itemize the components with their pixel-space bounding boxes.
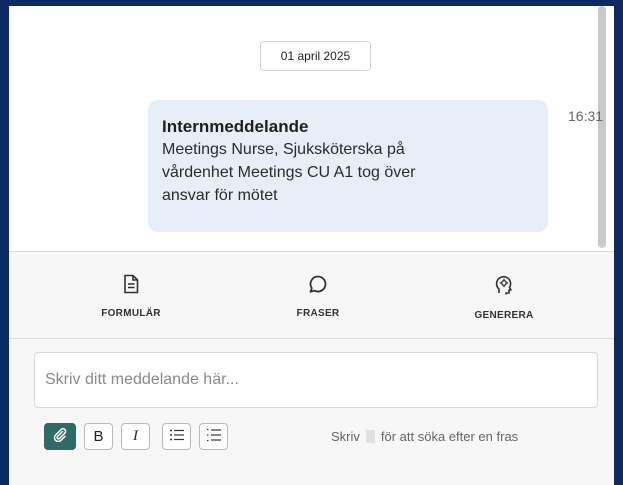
ai-head-icon — [493, 274, 515, 301]
numbered-list-button[interactable] — [199, 423, 228, 450]
date-separator: 01 april 2025 — [260, 41, 371, 71]
bullet-list-icon — [169, 428, 185, 446]
generate-action-label: GENERERA — [474, 310, 534, 321]
message-time: 16:31 — [568, 108, 604, 124]
bullet-list-button[interactable] — [162, 423, 191, 450]
hint-suffix: för att söka efter en fras — [380, 429, 519, 444]
numbered-list-icon — [206, 428, 222, 446]
form-action-label: FORMULÄR — [101, 308, 161, 319]
message-bubble: Internmeddelande Meetings Nurse, Sjukskö… — [148, 100, 548, 232]
message-line: vårdenhet Meetings CU A1 tog över — [162, 164, 416, 181]
speech-bubble-icon — [308, 274, 328, 299]
form-document-icon — [122, 274, 140, 299]
bold-button[interactable]: B — [84, 423, 113, 450]
action-bar: FORMULÄR FRASER GENERERA — [9, 252, 614, 338]
message-title: Internmeddelande — [162, 117, 309, 136]
form-action-button[interactable]: FORMULÄR — [61, 274, 201, 319]
hint-prefix: Skriv — [331, 429, 360, 444]
paperclip-icon — [53, 427, 67, 446]
attach-button[interactable] — [44, 423, 76, 450]
message-line: ansvar för mötet — [162, 187, 278, 204]
search-hint: Skriv för att söka efter en fras — [331, 429, 518, 444]
phrases-action-label: FRASER — [296, 308, 340, 319]
chat-scrollbar[interactable] — [598, 6, 606, 248]
slash-key-badge — [365, 430, 375, 443]
phrases-action-button[interactable]: FRASER — [248, 274, 388, 319]
message-line: Meetings Nurse, Sjuksköterska på — [162, 141, 405, 158]
message-input[interactable]: Skriv ditt meddelande här... — [34, 352, 598, 408]
italic-button[interactable]: I — [121, 423, 150, 450]
generate-action-button[interactable]: GENERERA — [434, 274, 574, 321]
